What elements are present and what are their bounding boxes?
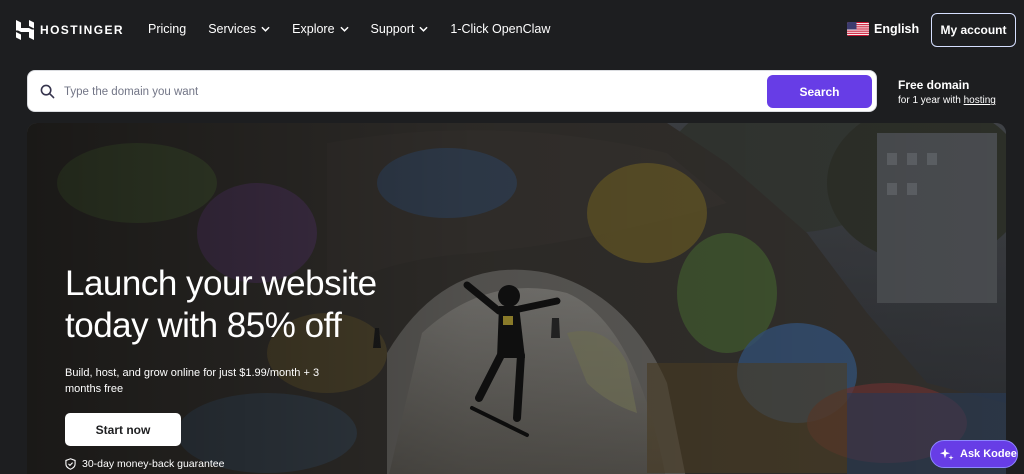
nav-services-label: Services [208, 22, 257, 36]
my-account-button[interactable]: My account [931, 13, 1016, 47]
nav-pricing[interactable]: Pricing [148, 22, 186, 36]
language-label: English [874, 22, 920, 36]
chevron-down-icon [261, 26, 270, 32]
free-domain-sub-prefix: for 1 year with [898, 95, 961, 106]
nav-support-label: Support [370, 22, 415, 36]
nav-openclaw[interactable]: 1-Click OpenClaw [450, 22, 550, 36]
shield-check-icon [65, 458, 76, 470]
hero-title-line-1: Launch your website [65, 264, 377, 303]
nav-explore-label: Explore [292, 22, 335, 36]
brand-name: HOSTINGER [40, 23, 124, 37]
hostinger-logo-icon [16, 20, 34, 40]
nav-openclaw-label: 1-Click OpenClaw [450, 22, 551, 36]
ask-kodee-button[interactable]: Ask Kodee [930, 440, 1018, 468]
domain-search-input[interactable] [64, 79, 764, 105]
page: HOSTINGER Pricing Services Explore Suppo… [0, 0, 1024, 474]
top-navbar: HOSTINGER Pricing Services Explore Suppo… [0, 0, 1024, 60]
main-nav: Pricing Services Explore Support 1-Click… [148, 22, 550, 36]
free-domain-note: Free domain for 1 year with hosting [898, 78, 996, 106]
hero-subtitle: Build, host, and grow online for just $1… [65, 367, 320, 395]
nav-pricing-label: Pricing [148, 22, 187, 36]
search-button[interactable]: Search [767, 75, 872, 108]
free-domain-title: Free domain [898, 78, 970, 92]
nav-explore[interactable]: Explore [292, 22, 349, 36]
start-now-button[interactable]: Start now [65, 413, 181, 446]
domain-search-bar: Search [27, 70, 877, 112]
sparkle-icon [940, 448, 954, 461]
guarantee-text: 30-day money-back guarantee [82, 458, 225, 470]
chevron-down-icon [339, 26, 349, 32]
free-domain-subtitle: for 1 year with hosting [898, 95, 996, 106]
brand-logo[interactable]: HOSTINGER [16, 20, 124, 40]
money-back-guarantee: 30-day money-back guarantee [65, 458, 224, 470]
hero-title-line-2: today with 85% off [65, 306, 342, 345]
ask-kodee-label: Ask Kodee [960, 448, 1017, 460]
chevron-down-icon [419, 26, 428, 32]
us-flag-icon [847, 22, 869, 36]
hero-banner: Launch your website today with 85% off B… [27, 123, 1006, 474]
nav-support[interactable]: Support [371, 22, 429, 36]
hero-title: Launch your website today with 85% off [65, 263, 465, 347]
search-icon [40, 84, 55, 99]
nav-services[interactable]: Services [208, 22, 270, 36]
language-selector[interactable]: English [847, 22, 919, 36]
hosting-link[interactable]: hosting [964, 95, 996, 106]
